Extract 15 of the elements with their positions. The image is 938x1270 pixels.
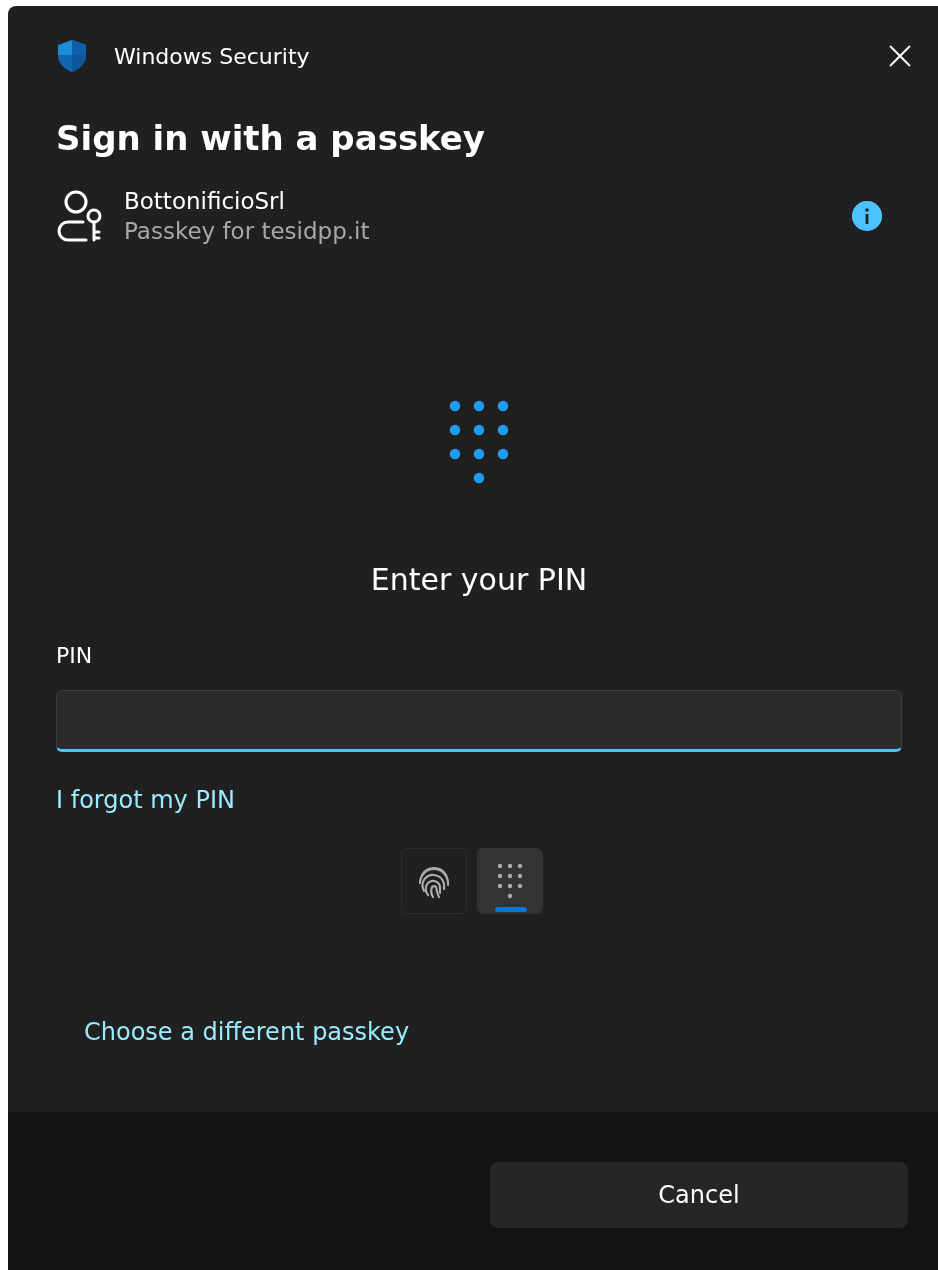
shield-icon [56, 39, 88, 73]
pin-prompt: Enter your PIN [370, 562, 588, 597]
cancel-button[interactable]: Cancel [490, 1162, 908, 1228]
close-icon [888, 44, 912, 68]
info-icon[interactable] [852, 201, 882, 231]
different-passkey-link[interactable]: Choose a different passkey [84, 1018, 410, 1046]
sign-in-option[interactable] [401, 848, 467, 914]
account-detail: Passkey for tesidpp.it [124, 218, 371, 244]
window-title: Windows Security [114, 43, 311, 69]
sign-in-option[interactable] [477, 848, 543, 914]
field-label: PIN [56, 643, 94, 668]
forgot-pin-link[interactable]: I forgot my PIN [56, 786, 235, 814]
account-name: BottonificioSrl [124, 188, 286, 214]
pin-field[interactable] [56, 690, 902, 752]
dialog-heading: Sign in with a passkey [56, 118, 487, 158]
